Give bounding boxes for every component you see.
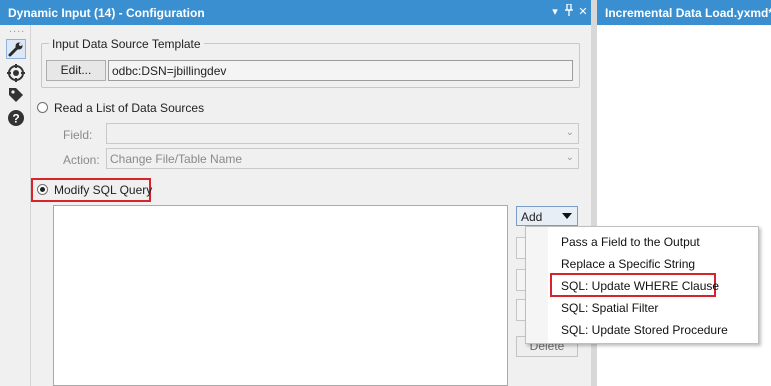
add-button[interactable]: Add bbox=[516, 206, 578, 226]
field-label: Field: bbox=[63, 128, 93, 142]
pin-icon[interactable] bbox=[562, 3, 576, 20]
menu-item-spatial-filter[interactable]: SQL: Spatial Filter bbox=[561, 301, 658, 315]
svg-text:?: ? bbox=[12, 112, 19, 126]
configuration-content: Input Data Source Template Edit... odbc:… bbox=[31, 25, 591, 386]
menu-item-update-where[interactable]: SQL: Update WHERE Clause bbox=[561, 279, 719, 293]
field-select[interactable]: ⌄ bbox=[106, 123, 579, 144]
workflow-tab-title: Incremental Data Load.yxmd* bbox=[605, 6, 771, 20]
sql-modifications-list[interactable] bbox=[53, 205, 508, 386]
chevron-down-icon: ⌄ bbox=[565, 152, 574, 163]
close-icon[interactable]: ✕ bbox=[576, 4, 590, 20]
read-list-label[interactable]: Read a List of Data Sources bbox=[54, 101, 204, 115]
action-select-value: Change File/Table Name bbox=[110, 152, 243, 166]
side-icon-bar: .... ? bbox=[0, 23, 31, 386]
menu-item-stored-procedure[interactable]: SQL: Update Stored Procedure bbox=[561, 323, 728, 337]
action-select[interactable]: Change File/Table Name ⌄ bbox=[106, 148, 579, 169]
add-button-label: Add bbox=[521, 210, 543, 224]
dropdown-icon[interactable]: ▾ bbox=[548, 4, 562, 20]
wrench-icon[interactable] bbox=[6, 39, 26, 59]
modify-sql-label[interactable]: Modify SQL Query bbox=[54, 183, 152, 197]
action-label: Action: bbox=[63, 153, 100, 167]
template-group-legend: Input Data Source Template bbox=[49, 37, 204, 51]
chevron-down-icon: ⌄ bbox=[565, 127, 574, 138]
configuration-title-bar: Dynamic Input (14) - Configuration ▾ ✕ bbox=[0, 0, 591, 25]
read-list-radio[interactable] bbox=[37, 102, 48, 113]
dropdown-arrow-icon bbox=[562, 213, 572, 219]
help-icon[interactable]: ? bbox=[6, 108, 26, 128]
menu-item-replace-string[interactable]: Replace a Specific String bbox=[561, 257, 695, 271]
target-icon[interactable] bbox=[6, 63, 26, 83]
modify-sql-radio[interactable] bbox=[37, 184, 48, 195]
add-dropdown-menu: Pass a Field to the Output Replace a Spe… bbox=[525, 226, 759, 344]
tag-icon[interactable] bbox=[6, 85, 26, 105]
connection-string-field[interactable]: odbc:DSN=jbillingdev bbox=[108, 60, 573, 81]
workflow-tab[interactable]: Incremental Data Load.yxmd* bbox=[597, 0, 771, 25]
menu-item-pass-field[interactable]: Pass a Field to the Output bbox=[561, 235, 700, 249]
window-title: Dynamic Input (14) - Configuration bbox=[8, 6, 205, 20]
grip-handle[interactable]: .... bbox=[9, 23, 25, 35]
edit-button[interactable]: Edit... bbox=[46, 60, 106, 81]
menu-gutter bbox=[526, 227, 548, 343]
